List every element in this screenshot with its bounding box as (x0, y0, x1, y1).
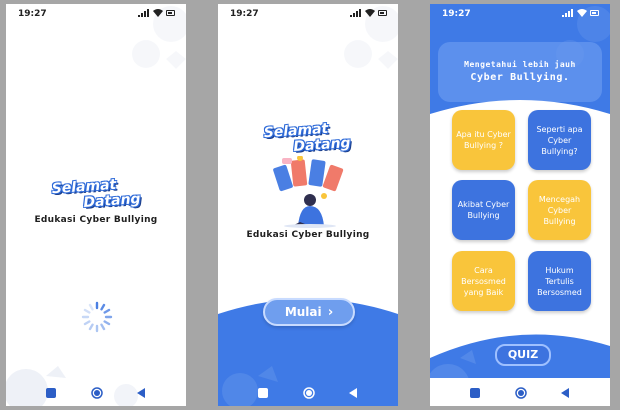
recent-apps-icon[interactable] (258, 388, 268, 398)
home-nav-icon[interactable] (303, 387, 315, 399)
home-nav-icon[interactable] (515, 387, 527, 399)
battery-icon (378, 10, 387, 16)
recent-apps-icon[interactable] (470, 388, 480, 398)
back-nav-icon[interactable] (561, 388, 569, 398)
menu-item-hukum-tertulis[interactable]: Hukum Tertulis Bersosmed (528, 251, 591, 311)
status-bar: 19:27 (6, 4, 186, 22)
status-bar: 19:27 (218, 4, 398, 22)
menu-screen: 19:27 Mengetahui lebih jauh Cyber Bullyi… (430, 4, 610, 406)
quiz-button[interactable]: QUIZ (495, 344, 551, 366)
wifi-icon (153, 9, 163, 17)
menu-item-mencegah-cyber-bullying[interactable]: Mencegah Cyber Bullying (528, 180, 591, 240)
back-nav-icon[interactable] (349, 388, 357, 398)
header-subtitle: Mengetahui lebih jauh (464, 60, 576, 69)
status-time: 19:27 (442, 9, 471, 19)
menu-item-apa-itu-cyber-bullying[interactable]: Apa itu Cyber Bullying ? (452, 110, 515, 170)
navigation-bar (218, 378, 398, 406)
back-nav-icon[interactable] (137, 388, 145, 398)
splash-screen: 19:27 Selamat Datang Edukasi Cyber Bully… (6, 4, 186, 406)
welcome-logo: Selamat Datang (40, 177, 152, 211)
cyberbullying-illustration (273, 156, 344, 228)
navigation-bar (6, 378, 186, 406)
battery-icon (590, 10, 599, 16)
start-button-label: Mulai (284, 305, 322, 319)
status-time: 19:27 (230, 9, 259, 19)
start-button[interactable]: Mulai › (263, 298, 355, 326)
welcome-logo: Selamat Datang (254, 121, 366, 155)
menu-item-seperti-apa-cyber-bullying[interactable]: Seperti apa Cyber Bullying? (528, 110, 591, 170)
app-subtitle: Edukasi Cyber Bullying (34, 215, 158, 225)
menu-item-akibat-cyber-bullying[interactable]: Akibat Cyber Bullying (452, 180, 515, 240)
signal-icon (350, 9, 362, 17)
wifi-icon (365, 9, 375, 17)
status-bar: 19:27 (430, 4, 610, 22)
wifi-icon (577, 9, 587, 17)
signal-icon (562, 9, 574, 17)
status-time: 19:27 (18, 9, 47, 19)
recent-apps-icon[interactable] (46, 388, 56, 398)
signal-icon (138, 9, 150, 17)
app-subtitle: Edukasi Cyber Bullying (246, 230, 370, 240)
menu-item-cara-bersosmed[interactable]: Cara Bersosmed yang Baik (452, 251, 515, 311)
home-nav-icon[interactable] (91, 387, 103, 399)
chevron-right-icon: › (327, 305, 334, 320)
battery-icon (166, 10, 175, 16)
welcome-screen: 19:27 Selamat Datang Edukasi Cyber Bully… (218, 4, 398, 406)
navigation-bar (430, 378, 610, 406)
header-title: Cyber Bullying. (470, 72, 570, 83)
loading-spinner-icon (81, 301, 113, 333)
